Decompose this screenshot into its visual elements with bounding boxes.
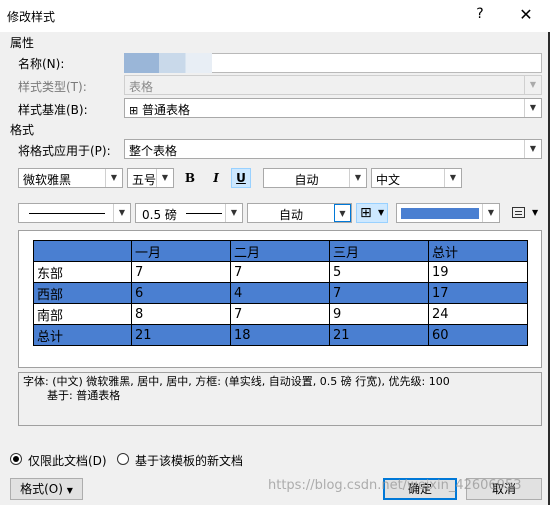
table-cell: 60 bbox=[428, 324, 528, 346]
style-base-select[interactable]: ⊞ 普通表格 ▼ bbox=[124, 98, 542, 118]
template-docs-label[interactable]: 基于该模板的新文档 bbox=[135, 452, 243, 469]
preview-panel: 一月 二月 三月 总计 东部 7 7 5 19 西部 6 4 7 17 南部 8 7 9 24 总计 21 18 21 60 bbox=[18, 230, 542, 368]
font-size-value: 五号 bbox=[132, 173, 157, 187]
title-bar bbox=[0, 0, 550, 32]
table-row: 西部 6 4 7 17 bbox=[33, 282, 528, 304]
border-style-select[interactable]: ▼ bbox=[18, 203, 131, 223]
chevron-down-icon: ▼ bbox=[334, 204, 351, 222]
format-button-label: 格式(O) bbox=[20, 482, 63, 496]
table-cell: 7 bbox=[329, 282, 429, 304]
table-cell: 总计 bbox=[33, 324, 132, 346]
script-value: 中文 bbox=[376, 173, 401, 187]
apply-to-value: 整个表格 bbox=[129, 144, 178, 158]
chevron-down-icon: ▼ bbox=[482, 204, 499, 222]
only-this-doc-label[interactable]: 仅限此文档(D) bbox=[28, 452, 107, 469]
description-line-2: 基于: 普通表格 bbox=[47, 389, 121, 402]
chevron-down-icon: ▼ bbox=[349, 169, 366, 187]
table-cell: 7 bbox=[230, 261, 330, 283]
format-section-label: 格式 bbox=[10, 123, 35, 137]
shading-color-select[interactable]: ▼ bbox=[396, 203, 500, 223]
name-value-redacted bbox=[124, 53, 212, 73]
table-cell: 19 bbox=[428, 261, 528, 283]
table-cell: 东部 bbox=[33, 261, 132, 283]
border-color-select[interactable]: 自动 ▼ bbox=[247, 203, 352, 223]
chevron-down-icon: ▼ bbox=[378, 208, 385, 217]
font-color-select[interactable]: 自动 ▼ bbox=[263, 168, 367, 188]
table-row: 南部 8 7 9 24 bbox=[33, 303, 528, 325]
table-cell: 8 bbox=[131, 303, 231, 325]
style-description: 字体: (中文) 微软雅黑, 居中, 居中, 方框: (单实线, 自动设置, 0… bbox=[18, 372, 542, 426]
format-menu-button[interactable]: 格式(O) ▼ bbox=[10, 478, 83, 500]
italic-button[interactable]: I bbox=[206, 168, 226, 188]
table-cell: 三月 bbox=[329, 240, 429, 262]
table-cell: 6 bbox=[131, 282, 231, 304]
help-button[interactable]: ? bbox=[472, 6, 488, 26]
table-cell: 南部 bbox=[33, 303, 132, 325]
table-cell: 西部 bbox=[33, 282, 132, 304]
properties-section-label: 属性 bbox=[10, 36, 35, 50]
table-cell: 二月 bbox=[230, 240, 330, 262]
style-type-label: 样式类型(T): bbox=[18, 80, 87, 94]
table-cell: 7 bbox=[230, 303, 330, 325]
description-line-1: 字体: (中文) 微软雅黑, 居中, 居中, 方框: (单实线, 自动设置, 0… bbox=[23, 375, 450, 388]
chevron-down-icon: ▼ bbox=[532, 208, 539, 217]
chevron-down-icon: ▼ bbox=[524, 140, 541, 158]
table-cell: 21 bbox=[329, 324, 429, 346]
border-width-value: 0.5 磅 bbox=[142, 208, 177, 222]
watermark: https://blog.csdn.net/weixin_42606953 bbox=[268, 478, 522, 493]
preview-table: 一月 二月 三月 总计 东部 7 7 5 19 西部 6 4 7 17 南部 8 7 9 24 总计 21 18 21 60 bbox=[33, 240, 528, 346]
table-cell: 24 bbox=[428, 303, 528, 325]
chevron-down-icon: ▼ bbox=[156, 169, 173, 187]
bold-button[interactable]: B bbox=[180, 168, 200, 188]
border-line-sample bbox=[29, 213, 105, 214]
table-cell: 9 bbox=[329, 303, 429, 325]
font-select[interactable]: 微软雅黑 ▼ bbox=[18, 168, 123, 188]
font-size-select[interactable]: 五号 ▼ bbox=[127, 168, 174, 188]
table-cell: 21 bbox=[131, 324, 231, 346]
table-cell: 5 bbox=[329, 261, 429, 283]
close-button[interactable]: ✕ bbox=[515, 5, 537, 27]
table-cell: 17 bbox=[428, 282, 528, 304]
table-grid-icon: ⊞ bbox=[129, 104, 139, 117]
window-title: 修改样式 bbox=[7, 10, 56, 24]
table-row: 总计 21 18 21 60 bbox=[33, 324, 528, 346]
chevron-down-icon: ▼ bbox=[524, 76, 541, 94]
chevron-down-icon: ▼ bbox=[66, 486, 73, 495]
style-base-value: 普通表格 bbox=[142, 103, 191, 117]
table-properties-lines bbox=[515, 211, 522, 215]
table-row: 一月 二月 三月 总计 bbox=[33, 240, 528, 262]
table-properties-button[interactable]: ▼ bbox=[510, 204, 542, 222]
shading-color-swatch bbox=[401, 208, 479, 219]
font-value: 微软雅黑 bbox=[23, 173, 72, 187]
name-label: 名称(N): bbox=[18, 57, 65, 71]
underline-button[interactable]: U bbox=[231, 168, 251, 188]
apply-to-select[interactable]: 整个表格 ▼ bbox=[124, 139, 542, 159]
borders-grid-icon: ⊞ bbox=[360, 205, 372, 221]
border-width-sample bbox=[186, 213, 222, 214]
chevron-down-icon: ▼ bbox=[444, 169, 461, 187]
chevron-down-icon: ▼ bbox=[524, 99, 541, 117]
style-type-value: 表格 bbox=[129, 80, 154, 94]
table-cell: 18 bbox=[230, 324, 330, 346]
only-this-doc-radio[interactable] bbox=[10, 453, 22, 465]
table-row: 东部 7 7 5 19 bbox=[33, 261, 528, 283]
template-docs-radio[interactable] bbox=[117, 453, 129, 465]
table-cell: 7 bbox=[131, 261, 231, 283]
style-type-select[interactable]: 表格 ▼ bbox=[124, 75, 542, 95]
table-cell bbox=[33, 240, 132, 262]
borders-button[interactable]: ⊞ ▼ bbox=[356, 203, 388, 223]
table-cell: 总计 bbox=[428, 240, 528, 262]
style-base-label: 样式基准(B): bbox=[18, 103, 88, 117]
chevron-down-icon: ▼ bbox=[225, 204, 242, 222]
table-cell: 一月 bbox=[131, 240, 231, 262]
chevron-down-icon: ▼ bbox=[113, 204, 130, 222]
script-select[interactable]: 中文 ▼ bbox=[371, 168, 462, 188]
font-color-value: 自动 bbox=[294, 173, 319, 187]
table-cell: 4 bbox=[230, 282, 330, 304]
apply-to-label: 将格式应用于(P): bbox=[18, 144, 111, 158]
border-color-value: 自动 bbox=[278, 208, 303, 222]
border-width-select[interactable]: 0.5 磅 ▼ bbox=[135, 203, 243, 223]
chevron-down-icon: ▼ bbox=[105, 169, 122, 187]
